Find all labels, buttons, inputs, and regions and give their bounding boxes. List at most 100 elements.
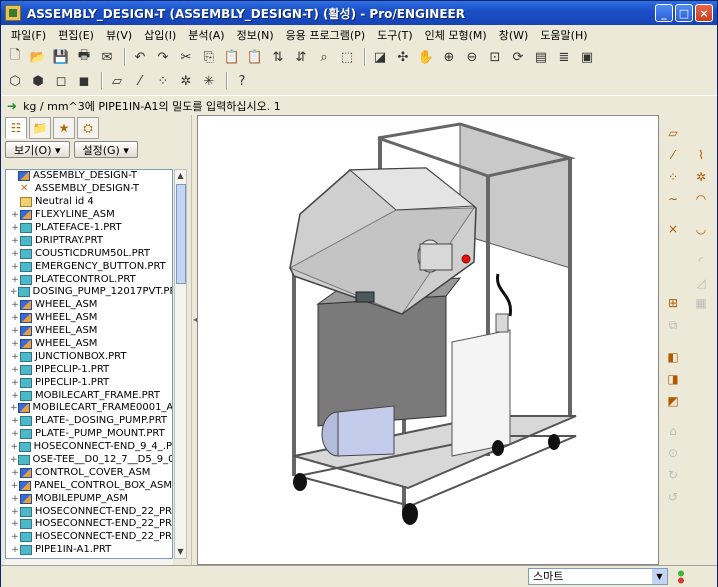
expand-toggle-icon[interactable]: + [10,428,20,440]
datum-axis-tool-icon[interactable]: ⁄ [663,145,683,165]
tree-node[interactable]: + MOBILECART_FRAME0001_A [6,402,172,415]
select-box-icon[interactable]: ⬚ [337,47,357,67]
context-help-icon[interactable]: ? [232,71,252,91]
expand-toggle-icon[interactable]: + [10,454,18,466]
menu-edit[interactable]: 편집(E) [52,27,100,43]
menu-help[interactable]: 도움말(H) [534,27,593,43]
model-tree[interactable]: ASSEMBLY_DESIGN-T ✕ ASSEMBLY_DESIGN-T Neutr… [5,169,173,559]
expand-toggle-icon[interactable]: + [10,299,20,311]
tree-node[interactable]: + CONTROL_COVER_ASM [6,466,172,479]
wireframe-icon[interactable]: ⬡ [5,71,25,91]
datum-curve-tool-icon[interactable]: ⌇ [691,145,711,165]
expand-toggle-icon[interactable]: + [10,467,20,479]
menu-insert[interactable]: 삽입(I) [138,27,182,43]
expand-toggle-icon[interactable]: + [10,493,20,505]
expand-toggle-icon[interactable]: + [10,286,18,298]
tree-node[interactable]: ASSEMBLY_DESIGN-T [6,170,172,183]
shading-icon[interactable]: ◼ [74,71,94,91]
menu-view[interactable]: 뷰(V) [100,27,138,43]
csys-tool-icon[interactable]: ✲ [691,167,711,187]
menu-analysis[interactable]: 분석(A) [182,27,230,43]
model-tree-tab-icon[interactable]: ☷ [5,117,27,139]
minimize-button[interactable]: _ [655,4,673,22]
tree-node[interactable]: + PIPE1IN-A1.PRT [6,544,172,557]
regen-manager-icon[interactable]: ⇵ [291,47,311,67]
warp-tool-icon[interactable]: ↻ [663,465,683,485]
print-icon[interactable]: 🖶 [74,47,94,67]
tree-node[interactable]: + JUNCTIONBOX.PRT [6,350,172,363]
tree-node[interactable]: + HOSECONNECT-END_9_4_.P [6,441,172,454]
menu-applications[interactable]: 응용 프로그램(P) [280,27,371,43]
pattern-tool-icon[interactable]: ▦ [691,293,711,313]
merge-tool-icon[interactable]: ↺ [663,487,683,507]
spin-center-icon[interactable]: ✣ [393,47,413,67]
find-icon[interactable]: ⌕ [314,47,334,67]
point-tool-icon[interactable]: × [663,219,683,239]
settings-menu-button[interactable]: 설정(G) ▾ [73,141,138,158]
refit-icon[interactable]: ⊡ [485,47,505,67]
expand-toggle-icon[interactable]: + [10,274,20,286]
tree-node[interactable]: + WHEEL_ASM [6,299,172,312]
connections-tab-icon[interactable]: ⛭ [77,117,99,139]
menu-manikin[interactable]: 인체 모형(M) [419,27,493,43]
scroll-up-icon[interactable]: ▲ [175,170,186,182]
expand-toggle-icon[interactable]: + [10,518,20,530]
maximize-button[interactable]: □ [675,4,693,22]
tree-node[interactable]: + DRIPTRAY.PRT [6,234,172,247]
regenerate-icon[interactable]: ⇅ [268,47,288,67]
paste-icon[interactable]: 📋 [222,47,242,67]
expand-toggle-icon[interactable]: + [10,248,20,260]
datum-point-tool-icon[interactable]: ⁘ [663,167,683,187]
expand-toggle-icon[interactable]: + [10,261,20,273]
chamfer-tool-icon[interactable]: ◿ [691,273,711,293]
datum-plane-tool-icon[interactable]: ▱ [663,123,683,143]
saved-views-icon[interactable]: ▤ [531,47,551,67]
reorient-icon[interactable]: ⟳ [508,47,528,67]
expand-toggle-icon[interactable]: + [10,325,20,337]
hidden-line-icon[interactable]: ⬢ [28,71,48,91]
selection-filter-select[interactable]: 스마트 ▼ [528,568,668,585]
assemble-tool-icon[interactable]: ◧ [663,347,683,367]
expand-toggle-icon[interactable]: + [10,364,20,376]
menu-info[interactable]: 정보(N) [231,27,280,43]
expand-toggle-icon[interactable]: + [10,544,20,556]
create-component-icon[interactable]: ◨ [663,369,683,389]
tree-node[interactable]: Neutral id 4 [6,196,172,209]
favorites-tab-icon[interactable]: ★ [53,117,75,139]
graphics-viewport[interactable] [197,115,659,565]
view-menu-button[interactable]: 보기(O) ▾ [5,141,70,158]
expand-toggle-icon[interactable]: + [10,441,19,453]
copy-icon[interactable]: ⎘ [199,47,219,67]
expand-toggle-icon[interactable]: + [10,480,19,492]
save-icon[interactable]: 💾 [51,47,71,67]
hole-tool-icon[interactable]: ⊙ [663,443,683,463]
folder-browser-tab-icon[interactable]: 📁 [29,117,51,139]
tree-node[interactable]: + WHEEL_ASM [6,325,172,338]
paste-special-icon[interactable]: 📋 [245,47,265,67]
datum-axes-icon[interactable]: ⁄ [130,71,150,91]
spin-center-toggle-icon[interactable]: ✳ [199,71,219,91]
expand-toggle-icon[interactable]: + [10,235,20,247]
expand-toggle-icon[interactable]: + [10,351,20,363]
scroll-down-icon[interactable]: ▼ [175,546,186,558]
scroll-thumb[interactable] [176,184,186,284]
view-manager-icon[interactable]: ▣ [577,47,597,67]
expand-toggle-icon[interactable]: + [10,377,20,389]
sketch-tool-icon[interactable]: ∼ [663,189,683,209]
expand-toggle-icon[interactable]: + [10,338,20,350]
tree-node[interactable]: + MOBILEPUMP_ASM [6,492,172,505]
tree-node[interactable]: + MOBILECART_FRAME.PRT [6,389,172,402]
tree-node[interactable]: + EMERGENCY_BUTTON.PRT [6,260,172,273]
no-hidden-icon[interactable]: ◻ [51,71,71,91]
tree-node[interactable]: + FLEXYLINE_ASM [6,209,172,222]
component-tool-icon[interactable]: ⊞ [663,293,683,313]
mirror-tool-icon[interactable]: ⧉ [663,315,683,335]
offset-tool-icon[interactable]: ◡ [691,219,711,239]
tree-node[interactable]: + HOSECONNECT-END_22_PR [6,531,172,544]
tree-vertical-scrollbar[interactable]: ▲ ▼ [174,169,187,559]
datum-planes-icon[interactable]: ▱ [107,71,127,91]
expand-toggle-icon[interactable]: + [10,531,20,543]
zoom-in-icon[interactable]: ⊕ [439,47,459,67]
expand-toggle-icon[interactable]: + [10,312,20,324]
datum-points-icon[interactable]: ⁘ [153,71,173,91]
